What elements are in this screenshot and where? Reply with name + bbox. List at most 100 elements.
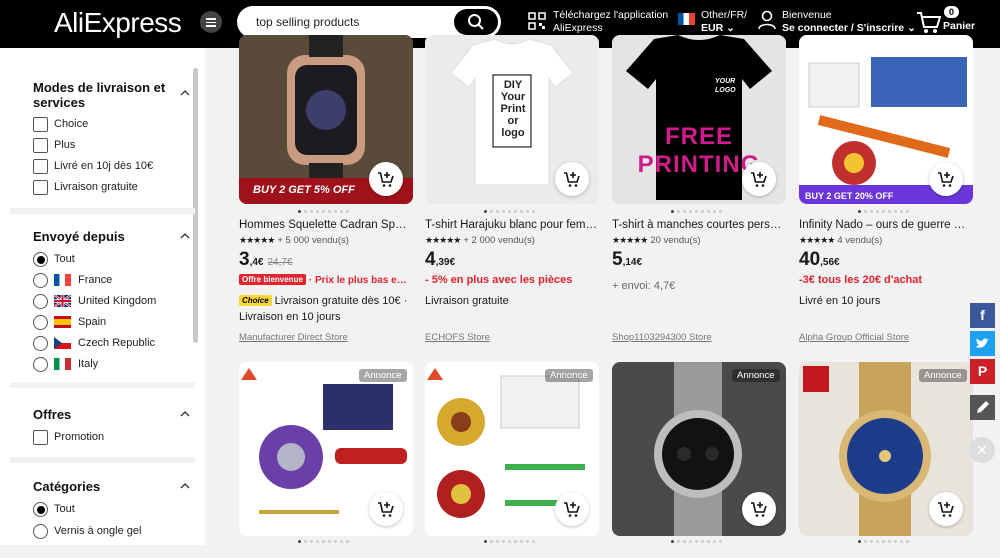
- store-link[interactable]: Manufacturer Direct Store: [239, 332, 348, 343]
- product-price: 4,39€: [425, 249, 456, 270]
- filter-title-delivery: Modes de livraison et services: [33, 80, 166, 110]
- filter-title-categories: Catégories: [33, 479, 101, 494]
- add-to-cart-button[interactable]: [369, 492, 403, 526]
- search-button[interactable]: [454, 9, 498, 35]
- ad-label: Annonce: [359, 369, 407, 382]
- chevron-up-icon[interactable]: [180, 411, 190, 417]
- checkbox[interactable]: [33, 180, 48, 195]
- checkbox[interactable]: [33, 430, 48, 445]
- store-link[interactable]: Alpha Group Official Store: [799, 332, 909, 343]
- radio-button[interactable]: [33, 252, 48, 267]
- add-to-cart-button[interactable]: [369, 162, 403, 196]
- search-input[interactable]: top selling products: [256, 15, 359, 29]
- sidebar-scrollbar[interactable]: [193, 68, 198, 343]
- image-promo-banner: BUY 2 GET 5% OFF: [253, 184, 355, 196]
- image-carousel-dots[interactable]: [671, 210, 725, 214]
- facebook-icon: f: [980, 307, 985, 323]
- add-to-cart-button[interactable]: [929, 492, 963, 526]
- add-to-cart-button[interactable]: [742, 492, 776, 526]
- uk-flag-icon: [54, 295, 71, 307]
- cart-count-badge: 0: [944, 6, 960, 18]
- chevron-down-icon: ⌄: [907, 22, 916, 34]
- add-to-cart-button[interactable]: [555, 492, 589, 526]
- product-promo: Offre bienvenue · Prix le plus bas e…: [239, 274, 407, 286]
- user-icon: [758, 10, 776, 30]
- add-to-cart-icon: [378, 172, 394, 187]
- add-to-cart-icon: [938, 502, 954, 517]
- radio-button[interactable]: [33, 315, 48, 330]
- image-carousel-dots[interactable]: [671, 540, 725, 544]
- aliexpress-logo[interactable]: AliExpress: [54, 7, 182, 39]
- twitter-share-button[interactable]: [970, 331, 995, 356]
- facebook-share-button[interactable]: f: [970, 303, 995, 328]
- spain-flag-icon: [54, 316, 71, 328]
- ad-label: Annonce: [732, 369, 780, 382]
- pinterest-icon: P: [977, 363, 988, 379]
- pinterest-share-button[interactable]: P: [970, 359, 995, 384]
- product-shipping: + envoi: 4,7€: [612, 280, 676, 292]
- divider: [10, 457, 195, 463]
- product-delivery-time: Livraison en 10 jours: [239, 311, 341, 323]
- radio-button[interactable]: [33, 336, 48, 351]
- product-title[interactable]: T-shirt à manches courtes personna…: [612, 219, 784, 231]
- radio-button[interactable]: [33, 294, 48, 309]
- original-price: 24,7€: [267, 257, 293, 268]
- checkbox[interactable]: [33, 138, 48, 153]
- radio-button[interactable]: [33, 273, 48, 288]
- product-shipping: Livraison gratuite: [425, 295, 509, 307]
- chevron-up-icon[interactable]: [180, 90, 190, 96]
- product-rating: ★★★★★ 4 vendu(s): [799, 235, 883, 246]
- radio-button[interactable]: [33, 524, 48, 539]
- checkbox[interactable]: [33, 159, 48, 174]
- menu-icon[interactable]: [200, 11, 222, 33]
- store-link[interactable]: ECHOFS Store: [425, 332, 490, 343]
- image-carousel-dots[interactable]: [298, 540, 352, 544]
- product-shipping: Choice Livraison gratuite dès 10€ ·: [239, 295, 407, 307]
- image-carousel-dots[interactable]: [858, 540, 912, 544]
- chevron-up-icon[interactable]: [180, 233, 190, 239]
- add-to-cart-icon: [564, 172, 580, 187]
- image-carousel-dots[interactable]: [298, 210, 352, 214]
- product-title[interactable]: Hommes Squelette Cadran Sport Lu…: [239, 219, 411, 231]
- star-rating-icon: ★★★★★: [612, 235, 648, 245]
- add-to-cart-button[interactable]: [742, 162, 776, 196]
- chevron-down-icon: ⌄: [726, 22, 735, 34]
- account-signin: Se connecter / S'inscrire: [782, 22, 905, 34]
- cart-icon: [917, 12, 942, 33]
- product-rating: ★★★★★ + 5 000 vendu(s): [239, 235, 349, 246]
- radio-button[interactable]: [33, 502, 48, 517]
- product-title[interactable]: T-shirt Harajuku blanc pour femmes…: [425, 219, 597, 231]
- chevron-up-icon[interactable]: [180, 483, 190, 489]
- add-to-cart-icon: [564, 502, 580, 517]
- image-promo-banner: BUY 2 GET 20% OFF: [805, 191, 894, 201]
- edit-button[interactable]: [970, 395, 995, 420]
- search-icon: [468, 14, 484, 30]
- lang-line1: Other/FR/: [701, 9, 748, 21]
- add-to-cart-button[interactable]: [555, 162, 589, 196]
- star-rating-icon: ★★★★★: [239, 235, 275, 245]
- product-title[interactable]: Infinity Nado – ours de guerre en al…: [799, 219, 971, 231]
- image-carousel-dots[interactable]: [484, 210, 538, 214]
- divider: [10, 208, 195, 214]
- welcome-offer-badge: Offre bienvenue: [239, 274, 306, 285]
- filter-title-ships-from: Envoyé depuis: [33, 229, 125, 244]
- close-icon: ×: [976, 440, 988, 460]
- store-link[interactable]: Shop1103294300 Store: [612, 332, 712, 343]
- image-carousel-dots[interactable]: [858, 210, 912, 214]
- close-share-button[interactable]: ×: [969, 437, 995, 463]
- czech-flag-icon: [54, 337, 71, 349]
- product-price: 5,14€: [612, 249, 643, 270]
- image-text: DIY Your Print or logo: [500, 79, 526, 139]
- checkbox[interactable]: [33, 117, 48, 132]
- star-rating-icon: ★★★★★: [799, 235, 835, 245]
- italy-flag-icon: [54, 358, 71, 370]
- filter-title-offers: Offres: [33, 407, 72, 422]
- product-price: 40,56€: [799, 249, 840, 270]
- radio-button[interactable]: [33, 357, 48, 372]
- image-carousel-dots[interactable]: [484, 540, 538, 544]
- filter-sidebar: Modes de livraison et services Choice Pl…: [0, 48, 205, 545]
- pencil-icon: [977, 401, 989, 413]
- account-greeting: Bienvenue: [782, 9, 832, 21]
- add-to-cart-icon: [938, 172, 954, 187]
- add-to-cart-button[interactable]: [929, 162, 963, 196]
